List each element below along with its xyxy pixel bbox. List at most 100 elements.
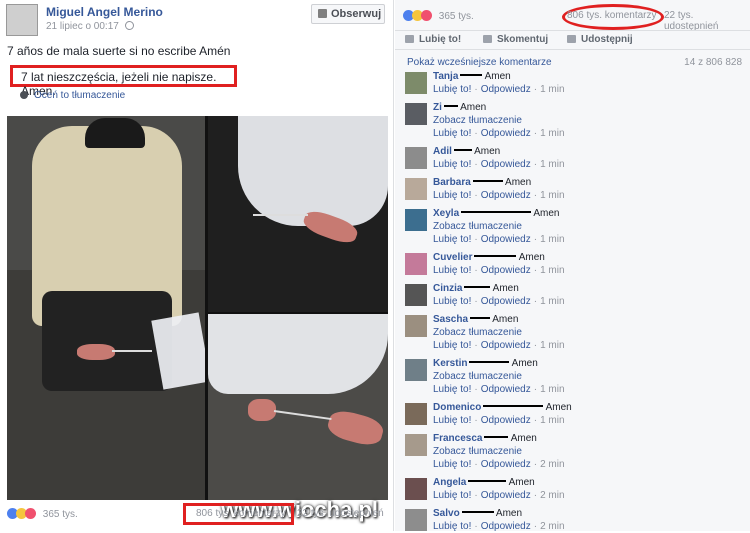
reactions-summary[interactable]: 365 tys. (7, 508, 78, 520)
shares-count[interactable]: 22 tys. udostępnień (297, 508, 384, 519)
see-translation-link[interactable]: Zobacz tłumaczenie (433, 370, 565, 383)
separator-dot: · (474, 490, 478, 501)
comment-like-link[interactable]: Lubię to! (433, 190, 471, 201)
post-date-text[interactable]: 21 lipiec o 00:17 (46, 21, 119, 32)
comment-text: Amen (531, 208, 560, 219)
comment-time[interactable]: 1 min (540, 159, 564, 170)
comment-reply-link[interactable]: Odpowiedz (481, 128, 531, 139)
comment-reply-link[interactable]: Odpowiedz (481, 84, 531, 95)
share-button[interactable]: Udostępnij (567, 34, 633, 45)
comment-body: Xeyla Amen Zobacz tłumaczenie Lubię to! · Od… (433, 207, 565, 246)
comment-like-link[interactable]: Lubię to! (433, 84, 471, 95)
commenter-avatar[interactable] (405, 284, 427, 306)
comment-like-link[interactable]: Lubię to! (433, 296, 471, 307)
follow-button[interactable]: Obserwuj (311, 4, 385, 24)
comment-time[interactable]: 1 min (540, 84, 564, 95)
comment-time[interactable]: 1 min (540, 296, 564, 307)
comment-button[interactable]: Skomentuj (483, 34, 548, 45)
see-translation-link[interactable]: Zobacz tłumaczenie (433, 114, 565, 127)
photo-closeup-1[interactable] (208, 116, 388, 312)
comment-reply-link[interactable]: Odpowiedz (481, 296, 531, 307)
comment-reply-link[interactable]: Odpowiedz (481, 340, 531, 351)
commenter-name[interactable]: Francesca (433, 433, 482, 444)
comment-reply-link[interactable]: Odpowiedz (481, 490, 531, 501)
comment-like-link[interactable]: Lubię to! (433, 234, 471, 245)
separator-dot: · (474, 521, 478, 532)
comment-time[interactable]: 1 min (540, 415, 564, 426)
comment-like-link[interactable]: Lubię to! (433, 128, 471, 139)
commenter-avatar[interactable] (405, 253, 427, 275)
comments-count[interactable]: 806 tys. komentarzy (183, 503, 294, 525)
panel-reactions[interactable]: 365 tys. (403, 10, 474, 22)
commenter-avatar[interactable] (405, 403, 427, 425)
previous-comments-link[interactable]: Pokaż wcześniejsze komentarze (407, 57, 552, 68)
see-translation-link[interactable]: Zobacz tłumaczenie (433, 220, 565, 233)
commenter-avatar[interactable] (405, 315, 427, 337)
separator-dot: · (533, 159, 538, 170)
commenter-name[interactable]: Domenico (433, 402, 481, 413)
comment-like-link[interactable]: Lubię to! (433, 521, 471, 532)
comment-time[interactable]: 1 min (540, 128, 564, 139)
panel-shares-count[interactable]: 22 tys. udostępnień (664, 10, 750, 32)
commenter-avatar[interactable] (405, 103, 427, 125)
comment-time[interactable]: 1 min (540, 340, 564, 351)
photo-closeup-2[interactable] (208, 314, 388, 500)
comment-reply-link[interactable]: Odpowiedz (481, 415, 531, 426)
commenter-avatar[interactable] (405, 478, 427, 500)
commenter-name[interactable]: Tanja (433, 71, 458, 82)
comment-like-link[interactable]: Lubię to! (433, 265, 471, 276)
comment-reply-link[interactable]: Odpowiedz (481, 190, 531, 201)
rate-translation[interactable]: Oceń to tłumaczenie (20, 90, 125, 101)
comment-body: Sascha Amen Zobacz tłumaczenie Lubię to! · O… (433, 313, 565, 352)
commenter-name[interactable]: Zi (433, 102, 442, 113)
comment-like-link[interactable]: Lubię to! (433, 459, 471, 470)
comment-time[interactable]: 1 min (540, 234, 564, 245)
cloth (208, 314, 388, 394)
comment-like-link[interactable]: Lubię to! (433, 384, 471, 395)
author-avatar[interactable] (6, 4, 38, 36)
comment-meta: Lubię to! · Odpowiedz · 1 min (433, 339, 565, 352)
comment-time[interactable]: 1 min (540, 190, 564, 201)
commenter-name[interactable]: Cinzia (433, 283, 462, 294)
commenter-avatar[interactable] (405, 147, 427, 169)
author-name[interactable]: Miguel Angel Merino (46, 5, 163, 19)
comment-body: Angela Amen Lubię to! · Odpowiedz · 2 min (433, 476, 565, 502)
comment-time[interactable]: 2 min (540, 521, 564, 532)
panel-comments-count[interactable]: 806 tys. komentarzy (567, 10, 656, 21)
commenter-name[interactable]: Angela (433, 477, 466, 488)
commenter-name[interactable]: Kerstin (433, 358, 467, 369)
comment-like-link[interactable]: Lubię to! (433, 159, 471, 170)
commenter-avatar[interactable] (405, 359, 427, 381)
like-button[interactable]: Lubię to! (405, 34, 461, 45)
comment-reply-link[interactable]: Odpowiedz (481, 521, 531, 532)
commenter-avatar[interactable] (405, 209, 427, 231)
commenter-name[interactable]: Xeyla (433, 208, 459, 219)
post-date: 21 lipiec o 00:17 (46, 21, 134, 32)
commenter-name[interactable]: Cuvelier (433, 252, 472, 263)
comment-like-link[interactable]: Lubię to! (433, 490, 471, 501)
commenter-name[interactable]: Sascha (433, 314, 468, 325)
commenter-avatar[interactable] (405, 434, 427, 456)
comment-time[interactable]: 2 min (540, 459, 564, 470)
commenter-name[interactable]: Salvo (433, 508, 460, 519)
comment-time[interactable]: 2 min (540, 490, 564, 501)
comment-time[interactable]: 1 min (540, 265, 564, 276)
comment-reply-link[interactable]: Odpowiedz (481, 159, 531, 170)
comment-reply-link[interactable]: Odpowiedz (481, 265, 531, 276)
see-translation-link[interactable]: Zobacz tłumaczenie (433, 445, 565, 458)
comment-reply-link[interactable]: Odpowiedz (481, 234, 531, 245)
commenter-name[interactable]: Barbara (433, 177, 471, 188)
photo-officer[interactable] (7, 116, 205, 500)
commenter-avatar[interactable] (405, 72, 427, 94)
commenter-avatar[interactable] (405, 509, 427, 531)
comment-reply-link[interactable]: Odpowiedz (481, 384, 531, 395)
comment-like-link[interactable]: Lubię to! (433, 340, 471, 351)
redaction-mark (474, 255, 517, 257)
commenter-name[interactable]: Adil (433, 146, 452, 157)
comment-reply-link[interactable]: Odpowiedz (481, 459, 531, 470)
comment-like-link[interactable]: Lubię to! (433, 415, 471, 426)
commenter-avatar[interactable] (405, 178, 427, 200)
separator-dot: · (533, 234, 538, 245)
see-translation-link[interactable]: Zobacz tłumaczenie (433, 326, 565, 339)
comment-time[interactable]: 1 min (540, 384, 564, 395)
